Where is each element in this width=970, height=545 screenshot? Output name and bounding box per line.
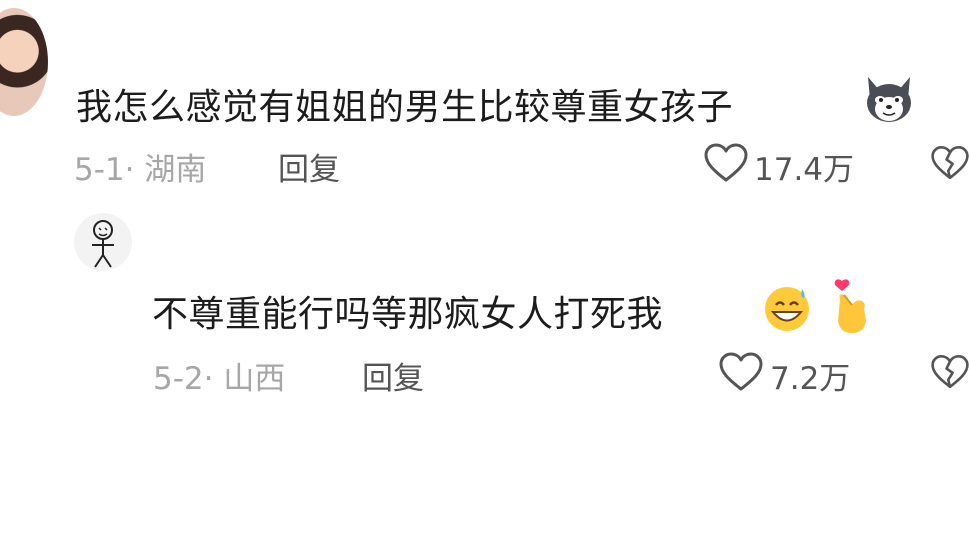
comment-text: 不尊重能行吗等那疯女人打死我 [152, 294, 664, 335]
stick-figure-icon [92, 220, 114, 268]
heart-outline-icon[interactable] [718, 351, 764, 393]
broken-heart-icon[interactable] [930, 142, 970, 184]
comment-text: 我怎么感觉有姐姐的男生比较尊重女孩子 [76, 87, 734, 128]
like-count: 17.4万 [754, 152, 855, 188]
like-count: 7.2万 [770, 361, 851, 397]
avatar[interactable] [0, 8, 48, 116]
broken-heart-icon[interactable] [930, 351, 970, 393]
avatar[interactable] [74, 213, 132, 271]
heart-outline-icon[interactable] [703, 142, 749, 184]
reply-button[interactable]: 回复 [362, 353, 424, 398]
comment-meta: 5-2· 山西 [153, 361, 286, 397]
husky-dog-emoji-icon [862, 73, 916, 125]
grinning-sweat-emoji-icon [762, 283, 812, 333]
reply-button[interactable]: 回复 [278, 144, 340, 189]
comment-meta: 5-1· 湖南 [74, 152, 207, 188]
finger-heart-emoji-icon [828, 277, 874, 335]
